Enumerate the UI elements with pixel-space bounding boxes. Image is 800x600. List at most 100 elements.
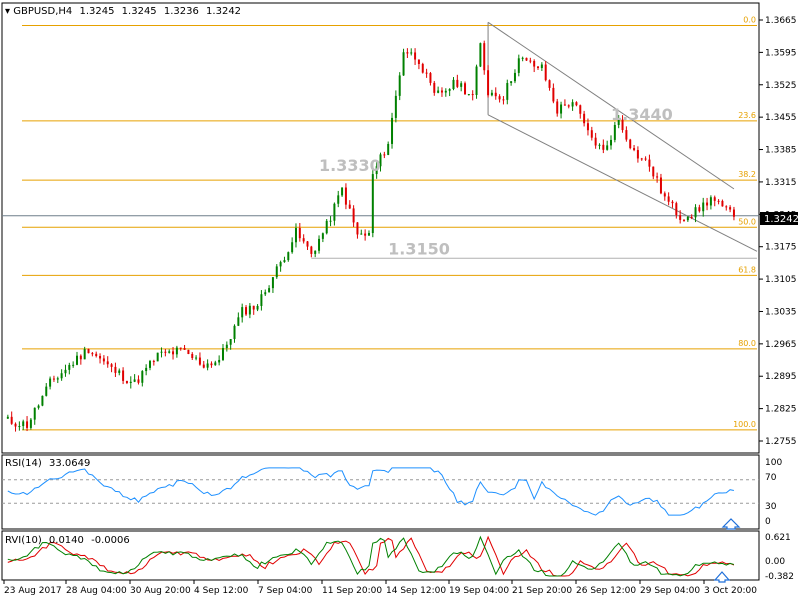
fib-level-label: 61.8 [738, 265, 756, 274]
candle-body [694, 207, 697, 218]
candle-body [279, 262, 282, 267]
candle-body [517, 58, 520, 73]
rvi-tick-label: 0.00 [765, 557, 785, 567]
candle-body [337, 195, 340, 204]
candle-body [14, 423, 17, 427]
candle-body [575, 102, 578, 106]
price-tick-label: 1.2825 [765, 405, 797, 415]
candle-body [540, 64, 543, 69]
time-axis: 23 Aug 2017 28 Aug 04:00 30 Aug 20:00 4 Sep… [3, 580, 757, 596]
candle-body [314, 250, 317, 254]
candle-body [229, 339, 232, 345]
price-tick-label: 1.2755 [765, 437, 797, 447]
time-tick-label: 23 Aug 2017 [4, 586, 62, 596]
candle-body [579, 105, 582, 114]
candle-body [191, 353, 194, 358]
fib-level-label: 50.0 [738, 217, 756, 226]
candle-body [721, 200, 724, 207]
price-tick-label: 1.3525 [765, 81, 797, 91]
candle-body [452, 79, 455, 90]
candle-body [552, 87, 555, 102]
candle-body [414, 52, 417, 60]
header-close: 1.3242 [206, 6, 241, 17]
candle-body [448, 89, 451, 91]
candle-body [60, 373, 63, 379]
candle-body [717, 200, 720, 202]
main-panel[interactable] [1, 2, 760, 454]
candle-body [475, 66, 478, 95]
candle-body [440, 90, 443, 93]
candle-body [79, 355, 82, 360]
candle-body [175, 347, 178, 355]
candle-body [160, 351, 163, 353]
candle-body [321, 233, 324, 239]
candle-body [633, 148, 636, 151]
candle-body [118, 370, 121, 373]
candle-body [129, 381, 132, 383]
candle-body [198, 357, 201, 365]
chart-window: 0.0 23.6 38.2 50.0 61.8 80.0 100.0 1.3330 1.344… [1, 2, 799, 596]
candle-body [713, 197, 716, 201]
candle-body [202, 364, 205, 368]
candle-body [629, 139, 632, 149]
candle-body [141, 371, 144, 383]
candle-body [302, 238, 305, 242]
candle-body [106, 361, 109, 365]
candle-body [179, 347, 182, 349]
candle-body [75, 355, 78, 365]
rvi-main-value: 0.0140 [49, 535, 84, 546]
candle-body [318, 238, 321, 251]
time-tick-label: 14 Sep 12:00 [386, 586, 446, 596]
price-tick-label: 1.3315 [765, 178, 797, 188]
time-tick-label: 19 Sep 04:00 [449, 586, 509, 596]
price-tick-label: 1.3455 [765, 113, 797, 123]
candle-body [10, 416, 13, 424]
candle-body [556, 101, 559, 114]
candle-body [371, 174, 374, 234]
candle-body [64, 369, 67, 374]
candle-body [652, 166, 655, 177]
time-tick-label: 7 Sep 04:00 [258, 586, 313, 596]
candle-body [460, 83, 463, 87]
candle-body [356, 222, 359, 235]
candle-body [567, 105, 570, 107]
candle-body [394, 95, 397, 118]
candle-body [406, 52, 409, 54]
candle-body [6, 416, 9, 419]
candle-body [68, 364, 71, 370]
candle-body [425, 72, 428, 74]
candle-body [114, 366, 117, 373]
candle-body [483, 43, 486, 71]
candle-body [83, 349, 86, 360]
candle-body [152, 361, 155, 363]
header-arrow-icon: ▾ [5, 6, 10, 17]
time-tick-label: 30 Aug 20:00 [130, 586, 191, 596]
candle-body [148, 361, 151, 368]
candle-body [583, 113, 586, 124]
header-high: 1.3245 [122, 6, 157, 17]
annotation-label: 1.3330 [319, 156, 381, 175]
candle-body [233, 325, 236, 340]
candle-body [383, 154, 386, 156]
rvi-signal-value: -0.0006 [91, 535, 130, 546]
candle-body [429, 73, 432, 83]
candle-body [72, 364, 75, 366]
candle-body [291, 242, 294, 253]
candle-body [348, 204, 351, 209]
rsi-tick-label: 70 [765, 473, 777, 483]
candle-body [725, 206, 728, 208]
candle-body [225, 344, 228, 349]
rsi-panel[interactable] [1, 454, 760, 530]
candle-body [206, 363, 209, 368]
candle-body [49, 378, 52, 387]
candle-body [663, 193, 666, 197]
candle-body [294, 228, 297, 243]
candle-body [214, 362, 217, 366]
candle-body [659, 177, 662, 194]
candle-body [502, 99, 505, 101]
candle-body [467, 94, 470, 96]
annotation-label: 1.3150 [388, 239, 450, 258]
candle-body [352, 208, 355, 223]
candle-body [45, 386, 48, 396]
price-tick-label: 1.3665 [765, 16, 797, 26]
